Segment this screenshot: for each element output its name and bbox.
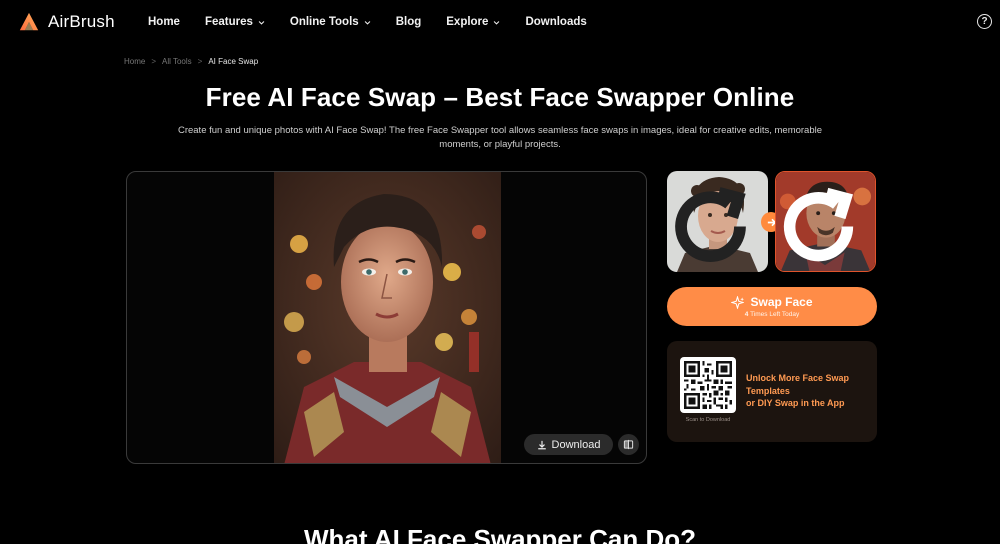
chevron-down-icon (258, 20, 265, 25)
download-icon (537, 440, 546, 449)
nav-item-blog[interactable]: Blog (396, 16, 422, 28)
page: AirBrush Home Features Online Tools Blog… (0, 0, 1000, 544)
breadcrumb-item-current: AI Face Swap (208, 57, 259, 66)
download-button[interactable]: Download (524, 434, 613, 455)
breadcrumb-separator: > (197, 57, 203, 66)
promo-line: or DIY Swap in the App (746, 398, 845, 408)
nav-item-label: Blog (395, 16, 422, 28)
nav-item-features[interactable]: Features (205, 16, 265, 28)
nav-item-home[interactable]: Home (148, 16, 180, 28)
promo-line: Templates (746, 385, 790, 396)
swap-face-row: Swap Face (731, 295, 813, 309)
nav-item-downloads[interactable]: Downloads (525, 16, 586, 28)
promo-text: Unlock More Face Swap Templates or DIY S… (746, 372, 871, 410)
nav-item-label: Online Tools (289, 16, 359, 28)
qr-label: Scan to Download (685, 417, 731, 423)
section-heading: What AI Face Swapper Can Do? (304, 524, 696, 544)
brand-name: AirBrush (48, 12, 115, 31)
page-title: Free AI Face Swap – Best Face Swapper On… (205, 82, 795, 112)
nav-menu: Home Features Online Tools Blog Explore … (148, 0, 612, 44)
nav-item-label: Downloads (525, 16, 587, 28)
app-promo-card[interactable]: Scan to Download Unlock More Face Swap T… (667, 341, 877, 442)
breadcrumb-item-home[interactable]: Home (124, 57, 145, 66)
result-image (274, 172, 501, 463)
chevron-down-icon (494, 20, 500, 25)
page-subtitle: Create fun and unique photos with AI Fac… (177, 125, 823, 150)
qr-code (680, 357, 736, 413)
remaining-text: Times Left Today (750, 311, 800, 318)
refresh-icon[interactable] (775, 177, 868, 272)
nav-item-explore[interactable]: Explore (446, 16, 500, 28)
breadcrumb-separator: > (151, 57, 157, 66)
promo-line: Unlock More Face Swap (746, 373, 850, 383)
refresh-icon[interactable] (667, 176, 761, 272)
nav-item-label: Home (148, 16, 180, 28)
help-glyph: ? (981, 15, 988, 27)
breadcrumb: Home > All Tools > AI Face Swap (124, 57, 258, 66)
airbrush-logo-icon (19, 12, 39, 31)
nav-item-label: Explore (446, 16, 489, 28)
sparkle-icon (731, 295, 745, 309)
help-circle-icon[interactable]: ? (977, 14, 992, 29)
brand[interactable]: AirBrush (18, 11, 115, 33)
remaining-uses: 4 Times Left Today (745, 311, 799, 318)
compare-icon (623, 439, 634, 450)
result-viewer: Download (126, 171, 647, 464)
download-label: Download (551, 438, 601, 451)
source-face-thumbnail[interactable] (667, 171, 768, 272)
compare-button[interactable] (618, 434, 639, 455)
swap-face-label: Swap Face (750, 295, 813, 309)
target-face-thumbnail[interactable] (775, 171, 876, 272)
remaining-count: 4 (744, 311, 749, 318)
nav-item-label: Features (204, 16, 253, 28)
nav-item-online-tools[interactable]: Online Tools (290, 16, 371, 28)
breadcrumb-item-all-tools[interactable]: All Tools (162, 57, 192, 66)
chevron-down-icon (364, 20, 371, 25)
top-nav: AirBrush Home Features Online Tools Blog… (0, 0, 1000, 44)
swap-face-button[interactable]: Swap Face 4 Times Left Today (667, 287, 877, 326)
